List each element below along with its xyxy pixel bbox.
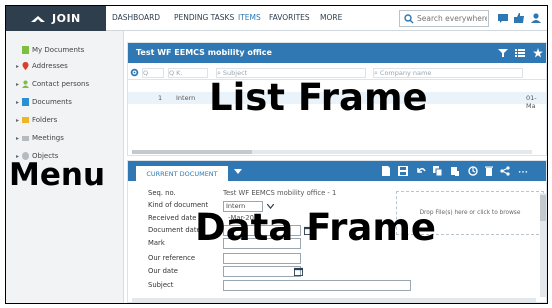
row-date: 01-Ma	[526, 94, 537, 110]
sidebar-item-label: Addresses	[32, 62, 68, 70]
star-icon[interactable]	[533, 48, 543, 58]
paste-icon[interactable]	[450, 166, 460, 176]
document-icon	[22, 98, 29, 106]
filter-field-1[interactable]: Q	[142, 68, 164, 78]
overlay-label-menu: Menu	[9, 157, 106, 193]
copy-icon[interactable]	[433, 166, 443, 176]
meeting-icon	[22, 135, 29, 141]
thumbs-up-icon[interactable]	[513, 12, 525, 24]
nav-pending-tasks[interactable]: PENDING TASKS	[174, 13, 234, 22]
field-value-seq-no: Test WF EEMCS mobility office - 1	[223, 189, 337, 197]
list-title: Test WF EEMCS mobility office	[136, 48, 272, 57]
sidebar-item-label: Documents	[32, 98, 72, 106]
field-label-received-date: Received date	[148, 214, 197, 222]
nav-more[interactable]: MORE	[320, 13, 342, 22]
field-label-our-reference: Our reference	[148, 254, 196, 262]
document-icon	[22, 46, 29, 54]
sidebar-item-folders[interactable]: ▸ Folders	[16, 114, 57, 126]
settings-gear-icon[interactable]	[130, 68, 139, 77]
field-label-seq-no: Seq. no.	[148, 189, 176, 197]
detail-horizontal-scrollbar[interactable]	[132, 298, 536, 302]
list-header: Test WF EEMCS mobility office	[128, 43, 546, 63]
app-logo[interactable]: JOIN	[6, 6, 106, 31]
row-number: 1	[158, 94, 163, 102]
user-icon[interactable]	[530, 12, 542, 24]
filter-text: Q	[143, 69, 149, 77]
nav-dashboard[interactable]: DASHBOARD	[112, 13, 160, 22]
nav-favorites[interactable]: FAVORITES	[269, 13, 310, 22]
sidebar-item-label: Contact persons	[32, 80, 90, 88]
search-input[interactable]	[417, 14, 487, 23]
field-label-document-date: Document date	[148, 226, 201, 234]
detail-toolbar: CURRENT DOCUMENT	[128, 161, 546, 181]
document-icon[interactable]	[381, 166, 391, 176]
sidebar-item-label: Meetings	[32, 134, 64, 142]
field-label-mark: Mark	[148, 239, 165, 247]
filter-icon[interactable]	[498, 48, 508, 58]
list-view-icon[interactable]	[515, 48, 525, 58]
join-logo-icon	[31, 15, 45, 22]
scrollbar-thumb[interactable]	[132, 150, 252, 154]
map-pin-icon	[22, 62, 29, 70]
logo-text: JOIN	[52, 12, 81, 25]
our-date-input[interactable]	[223, 266, 301, 277]
filter-field-2[interactable]: Q K.	[168, 68, 208, 78]
sidebar-item-documents[interactable]: ▸ Documents	[16, 96, 72, 108]
search-icon	[404, 13, 414, 23]
sidebar-item-my-documents[interactable]: My Documents	[16, 44, 84, 56]
chat-icon[interactable]	[497, 12, 509, 24]
sidebar-item-contact-persons[interactable]: ▸ Contact persons	[16, 78, 89, 90]
app-window: JOIN DASHBOARD PENDING TASKS ITEMS FAVOR…	[5, 5, 548, 304]
trash-icon[interactable]	[484, 166, 494, 176]
sidebar-item-label: My Documents	[32, 46, 85, 54]
sidebar-item-meetings[interactable]: ▸ Meetings	[16, 132, 64, 144]
sidebar-item-label: Folders	[32, 116, 58, 124]
nav-items[interactable]: ITEMS	[238, 13, 261, 22]
subject-input[interactable]	[223, 280, 411, 291]
overlay-label-list-frame: List Frame	[209, 76, 428, 119]
history-icon[interactable]	[468, 166, 478, 176]
undo-icon[interactable]	[416, 166, 426, 176]
tab-current-document[interactable]: CURRENT DOCUMENT	[136, 166, 228, 181]
list-horizontal-scrollbar[interactable]	[132, 150, 532, 154]
chevron-down-icon[interactable]	[234, 167, 242, 175]
row-kind: Intern	[176, 94, 196, 102]
more-options-icon[interactable]	[518, 166, 528, 176]
field-label-subject: Subject	[148, 281, 174, 289]
calendar-icon[interactable]	[294, 267, 303, 276]
our-reference-input[interactable]	[223, 253, 301, 264]
top-navigation-bar: JOIN DASHBOARD PENDING TASKS ITEMS FAVOR…	[6, 6, 547, 31]
scrollbar-thumb[interactable]	[540, 195, 546, 221]
filter-text: Q K.	[169, 69, 183, 77]
overlay-label-data-frame: Data Frame	[195, 206, 436, 249]
save-icon[interactable]	[398, 166, 408, 176]
field-label-our-date: Our date	[148, 267, 178, 275]
share-icon[interactable]	[500, 166, 510, 176]
detail-vertical-scrollbar[interactable]	[540, 193, 546, 297]
person-icon	[22, 80, 29, 88]
global-search[interactable]	[399, 10, 489, 27]
folder-icon	[22, 117, 29, 123]
sidebar-item-addresses[interactable]: ▸ Addresses	[16, 60, 68, 72]
